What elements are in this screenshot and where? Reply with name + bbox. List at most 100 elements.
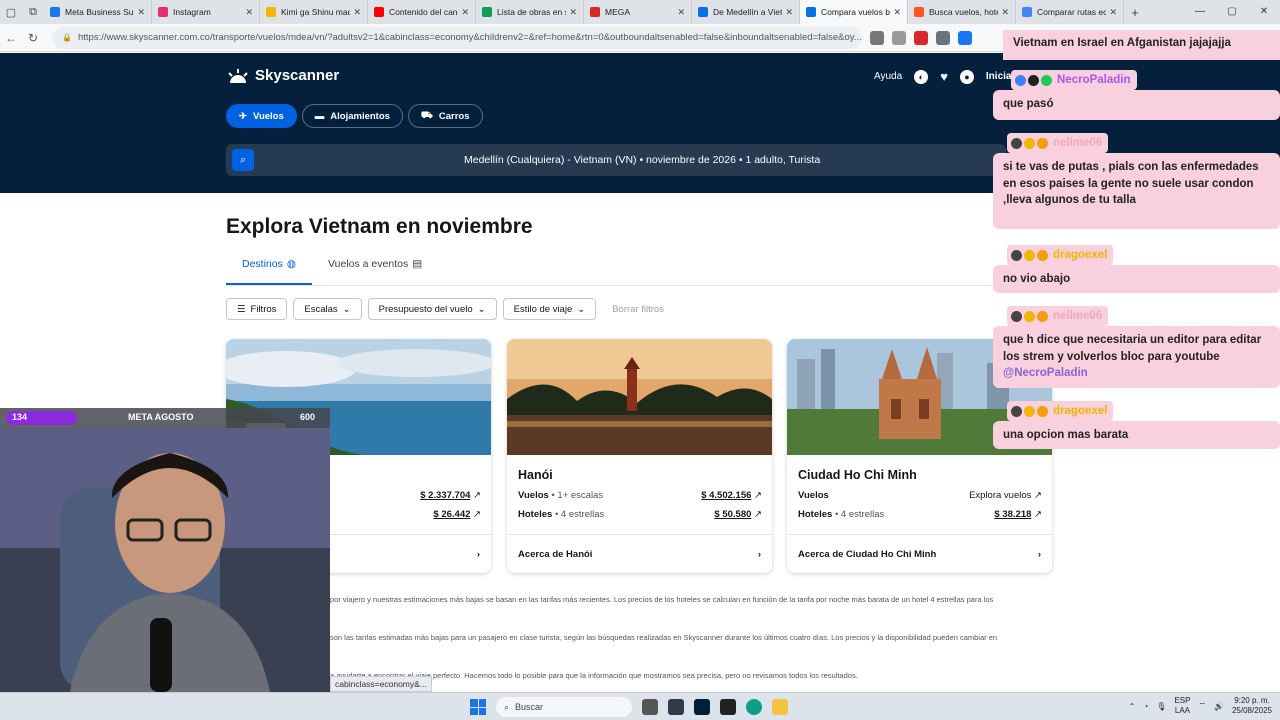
tab-title: Compara vuelos ba: [821, 7, 891, 17]
tab-destinations[interactable]: Destinos ◍: [226, 258, 313, 285]
close-window-icon[interactable]: ✕: [1248, 0, 1280, 24]
webcam-feed: [0, 428, 330, 692]
disclaimer-text: son las tarifas estimadas más bajas para…: [330, 633, 998, 642]
network-icon[interactable]: ◔: [1143, 702, 1148, 711]
close-tab-icon[interactable]: ✕: [785, 7, 793, 18]
badge-icon: [1028, 74, 1039, 86]
extension-icon[interactable]: [958, 30, 972, 45]
maximize-icon[interactable]: ▢: [1216, 0, 1248, 24]
extension-icon[interactable]: [936, 30, 950, 45]
budget-dropdown[interactable]: Presupuesto del vuelo ⌄: [367, 298, 497, 320]
browser-tab[interactable]: Meta Business Suite✕: [44, 0, 152, 24]
wifi-icon[interactable]: ⌔: [1198, 701, 1206, 711]
close-tab-icon[interactable]: ✕: [893, 7, 901, 18]
tab-favicon-icon: [806, 7, 816, 17]
browser-tab[interactable]: Contenido del canal ✕: [368, 0, 476, 24]
tab-favicon-icon: [1022, 7, 1032, 17]
stops-dropdown[interactable]: Escalas ⌄: [293, 298, 362, 320]
browser-tab[interactable]: Lista de obras en se ✕: [476, 0, 584, 24]
tab-favicon-icon: [482, 7, 492, 17]
browser-tab[interactable]: De Medellín a Vietn ✕: [692, 0, 800, 24]
tab-hotels[interactable]: ▬ Alojamientos: [301, 104, 403, 128]
obs-icon[interactable]: [720, 699, 736, 715]
close-tab-icon[interactable]: ✕: [1001, 7, 1009, 18]
browser-tab[interactable]: Kimi ga Shinu made ✕: [260, 0, 368, 24]
browser-tab[interactable]: Busca vuelos, hotel ✕: [908, 0, 1016, 24]
minimize-icon[interactable]: —: [1184, 0, 1216, 24]
close-tab-icon[interactable]: ✕: [245, 7, 253, 18]
tab-actions-icon[interactable]: ⧉: [22, 0, 44, 24]
hotel-price-link[interactable]: $ 50.580: [714, 509, 751, 520]
external-link-icon: ↗: [754, 509, 762, 520]
close-tab-icon[interactable]: ✕: [1109, 7, 1117, 18]
back-icon[interactable]: ←: [0, 31, 22, 45]
external-link-icon: ↗: [473, 490, 481, 501]
flight-price-link[interactable]: $ 4.502.156: [701, 490, 751, 501]
browser-tab[interactable]: Comparar rutas ec ✕: [1016, 0, 1124, 24]
browser-tab[interactable]: MEGA ✕: [584, 0, 692, 24]
filters-button[interactable]: ☰ Filtros: [226, 298, 288, 320]
tab-cars[interactable]: ⛟ Carros: [407, 104, 483, 128]
about-destination-link[interactable]: Acerca de Hanói ›: [507, 534, 772, 573]
tab-event-flights[interactable]: Vuelos a eventos ▤: [312, 258, 438, 285]
task-view-icon[interactable]: [642, 699, 658, 715]
about-destination-link[interactable]: Acerca de Ciudad Ho Chi Minh ›: [787, 534, 1052, 573]
chat-message: que pasó: [993, 90, 1280, 120]
refresh-icon[interactable]: ↻: [22, 31, 44, 45]
hotel-row: Hoteles • 4 estrellas $ 50.580 ↗: [518, 509, 762, 520]
url-text: https://www.skyscanner.com.co/transporte…: [77, 32, 862, 43]
language-indicator[interactable]: ESP LAA: [1174, 696, 1190, 716]
user-icon[interactable]: ●: [959, 69, 974, 84]
file-explorer-icon[interactable]: [772, 699, 788, 715]
flight-row: Vuelos • 1+ escalas $ 4.502.156 ↗: [518, 490, 762, 501]
favorite-icon[interactable]: [892, 30, 906, 45]
close-tab-icon[interactable]: ✕: [677, 7, 685, 18]
goal-current: 134: [12, 412, 28, 422]
volume-icon[interactable]: 🔊: [1214, 702, 1224, 711]
close-tab-icon[interactable]: ✕: [353, 7, 361, 18]
mic-icon[interactable]: 🎙: [1156, 702, 1166, 711]
close-tab-icon[interactable]: ✕: [137, 7, 145, 18]
clear-filters-button[interactable]: Borrar filtros: [602, 298, 674, 320]
close-tab-icon[interactable]: ✕: [569, 7, 577, 18]
browser-tab[interactable]: Compara vuelos ba ✕: [800, 0, 908, 24]
flight-price-link[interactable]: $ 2.337.704: [420, 490, 470, 501]
badge-icon: [1037, 137, 1048, 149]
filter-bar: ☰ Filtros Escalas ⌄ Presupuesto del vuel…: [226, 298, 674, 320]
help-link[interactable]: Ayuda: [874, 71, 902, 82]
new-tab-button[interactable]: +: [1124, 5, 1146, 20]
search-summary-bar[interactable]: ⌕ Medellín (Cualquiera) - Vietnam (VN) •…: [226, 144, 1006, 176]
content-tabs: Destinos ◍ Vuelos a eventos ▤: [226, 258, 1006, 286]
windows-start-icon[interactable]: [470, 699, 486, 715]
badge-icon: [1011, 310, 1022, 322]
hotel-row: Hoteles • 4 estrellas $ 38.218 ↗: [798, 509, 1042, 520]
search-icon[interactable]: ⌕: [232, 149, 254, 171]
chevron-up-icon[interactable]: ⌃: [1129, 702, 1136, 711]
hotel-price-link[interactable]: $ 38.218: [994, 509, 1031, 520]
system-clock[interactable]: 9:20 p. m. 25/08/2025: [1232, 696, 1272, 716]
workspaces-icon[interactable]: ▢: [0, 0, 22, 24]
close-tab-icon[interactable]: ✕: [461, 7, 469, 18]
skyscanner-logo[interactable]: Skyscanner: [226, 67, 339, 84]
photoshop-icon[interactable]: [694, 699, 710, 715]
badge-icon: [1037, 405, 1048, 417]
url-field[interactable]: 🔒 https://www.skyscanner.com.co/transpor…: [52, 26, 862, 49]
hotel-stars: • 4 estrellas: [552, 509, 605, 520]
edge-icon[interactable]: [746, 699, 762, 715]
taskbar-search[interactable]: ⌕ Buscar: [496, 697, 632, 717]
filter-label: Presupuesto del vuelo: [378, 303, 473, 315]
destination-card[interactable]: Hanói Vuelos • 1+ escalas $ 4.502.156 ↗ …: [507, 339, 772, 573]
chat-message: si te vas de putas , pials con las enfer…: [993, 153, 1280, 229]
reader-icon[interactable]: [870, 30, 884, 45]
travel-style-dropdown[interactable]: Estilo de viaje ⌄: [502, 298, 597, 320]
chevron-right-icon: ›: [757, 548, 761, 560]
davinci-icon[interactable]: [668, 699, 684, 715]
hotel-label: Hoteles: [518, 509, 553, 520]
globe-icon[interactable]: ◐: [914, 69, 929, 84]
heart-icon[interactable]: ♥: [940, 69, 948, 84]
hotel-price-link[interactable]: $ 26.442: [433, 509, 470, 520]
browser-tab[interactable]: Instagram ✕: [152, 0, 260, 24]
explore-flights-link[interactable]: Explora vuelos: [969, 490, 1031, 501]
extension-icon[interactable]: [914, 30, 928, 45]
tab-flights[interactable]: ✈ Vuelos: [226, 104, 297, 128]
